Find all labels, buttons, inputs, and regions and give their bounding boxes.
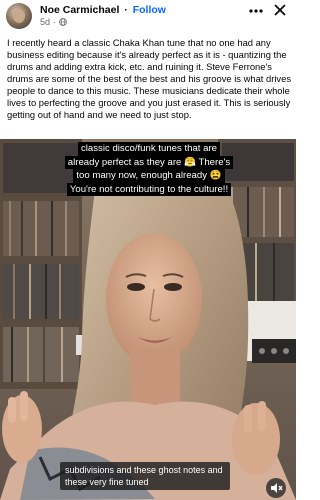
video-subtitle: subdivisions and these ghost notes and t… bbox=[60, 462, 230, 490]
author-separator: · bbox=[124, 4, 128, 16]
video-overlay-caption: classic disco/funk tunes that are alread… bbox=[56, 142, 242, 196]
post-meta: 5d · bbox=[40, 17, 67, 27]
more-horizontal-icon[interactable] bbox=[248, 6, 264, 16]
close-icon[interactable] bbox=[272, 2, 288, 18]
overlay-line: You're not contributing to the culture!! bbox=[66, 182, 232, 196]
post-timestamp[interactable]: 5d bbox=[40, 17, 50, 27]
overlay-line: too many now, enough already 😫 bbox=[73, 169, 225, 183]
avatar-face bbox=[13, 9, 25, 23]
mute-button[interactable] bbox=[266, 478, 286, 498]
overlay-line: already perfect as they are 😤 There's bbox=[64, 155, 234, 169]
meta-separator: · bbox=[53, 17, 57, 27]
speaker-muted-icon bbox=[271, 483, 283, 493]
post-header: Noe Carmichael · Follow 5d · bbox=[0, 0, 296, 30]
author-name[interactable]: Noe Carmichael bbox=[40, 4, 119, 16]
post-body: I recently heard a classic Chaka Khan tu… bbox=[7, 37, 292, 120]
follow-button[interactable]: Follow bbox=[133, 4, 166, 16]
avatar[interactable] bbox=[6, 3, 32, 29]
author-line: Noe Carmichael · Follow bbox=[40, 4, 166, 16]
overlay-line: classic disco/funk tunes that are bbox=[78, 142, 220, 156]
globe-icon bbox=[59, 18, 67, 26]
